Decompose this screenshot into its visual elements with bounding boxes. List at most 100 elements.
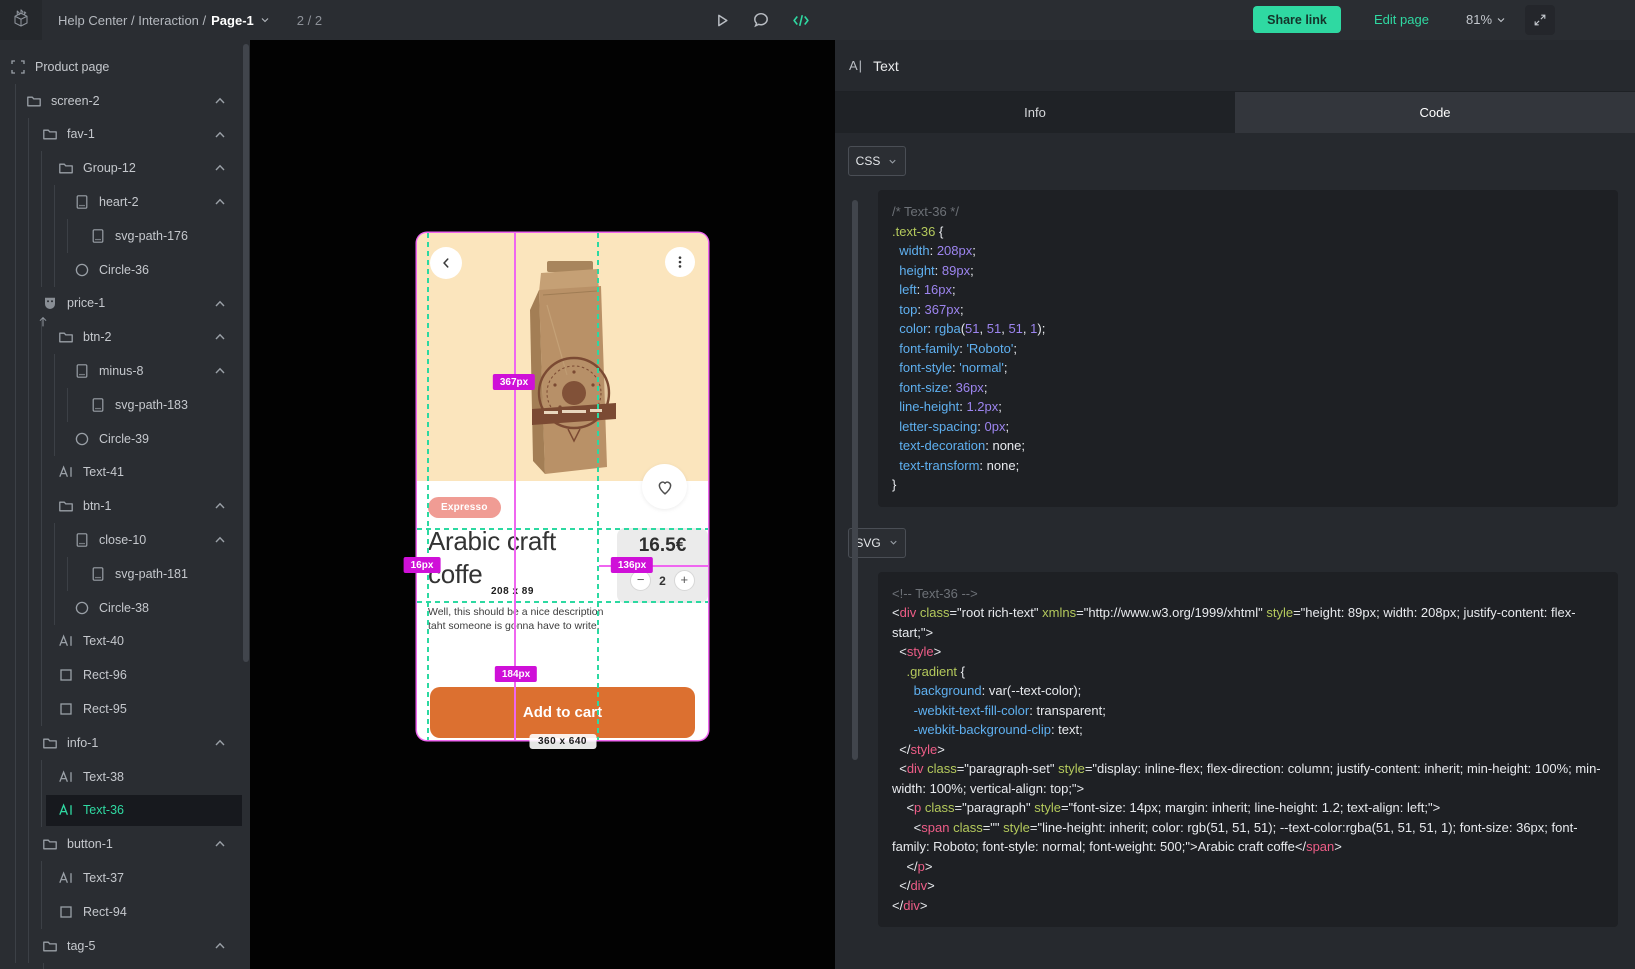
guide-horizontal-bottom [417,601,708,603]
fullscreen-button[interactable] [1525,5,1555,35]
back-button[interactable] [430,247,462,279]
inspector-scrollbar[interactable] [852,200,858,760]
css-language-select[interactable]: CSS [848,146,906,176]
collapse-caret-icon[interactable] [212,127,228,143]
coffee-bag-image[interactable] [517,255,619,481]
layer-label: Circle-39 [99,432,149,446]
collapse-caret-icon[interactable] [212,836,228,852]
layer-row-btn-2[interactable]: btn-2 [0,320,242,354]
app-logo[interactable] [0,0,42,40]
collapse-caret-icon[interactable] [212,160,228,176]
favorite-button[interactable] [642,464,687,509]
layer-row-info-1[interactable]: info-1 [0,726,242,760]
tree-indent-guide [41,625,42,659]
svg-icon [90,397,106,413]
code-line: <style> [892,642,1604,662]
layer-row-circle-39[interactable]: Circle-39 [0,422,242,456]
layer-row-text-36[interactable]: Text-36 [0,794,242,828]
tab-code[interactable]: Code [1235,92,1635,133]
layer-row-rect-96[interactable]: Rect-96 [0,658,242,692]
menu-button[interactable] [665,247,695,277]
layer-row-button-1[interactable]: button-1 [0,827,242,861]
layer-row-fav-1[interactable]: fav-1 [0,118,242,152]
layer-row-rect-95[interactable]: Rect-95 [0,692,242,726]
tree-indent-guide [15,253,16,287]
layer-row-group-12[interactable]: Group-12 [0,151,242,185]
plus-button[interactable]: + [674,570,695,591]
collapse-caret-icon[interactable] [212,735,228,751]
layer-label: Rect-94 [83,905,127,919]
tree-indent-guide [41,692,42,726]
tree-indent-guide [67,219,68,253]
layer-label: Rect-96 [83,668,127,682]
canvas[interactable]: Expresso Arabic craft coffe 208 x 89 16.… [250,40,835,969]
layer-row-screen-2[interactable]: screen-2 [0,84,242,118]
layer-row-svg-path-183[interactable]: svg-path-183 [0,388,242,422]
layer-row-product page[interactable]: Product page [0,50,242,84]
layer-row-text-38[interactable]: Text-38 [0,760,242,794]
inspector-panel: A| Text InfoCode CSS/* Text-36 */.text-3… [835,40,1635,969]
collapse-caret-icon[interactable] [212,296,228,312]
layer-row-text-41[interactable]: Text-41 [0,456,242,490]
add-to-cart-button[interactable]: Add to cart [430,687,695,738]
layer-row-heart-2[interactable]: heart-2 [0,185,242,219]
tab-info[interactable]: Info [835,92,1235,133]
layer-row-btn-1[interactable]: btn-1 [0,489,242,523]
layer-row-svg-path-181[interactable]: svg-path-181 [0,557,242,591]
product-hero-section[interactable] [417,233,708,481]
layer-row-close-10[interactable]: close-10 [0,523,242,557]
layer-row-rect-94[interactable]: Rect-94 [0,895,242,929]
inspector-tabs: InfoCode [835,92,1635,133]
layer-row-text-40[interactable]: Text-40 [0,625,242,659]
layer-row-text-37[interactable]: Text-37 [0,861,242,895]
tree-indent-guide [28,151,29,185]
code-line: /* Text-36 */ [892,202,1604,222]
minus-button[interactable]: − [630,570,651,591]
breadcrumb[interactable]: Help Center / Interaction / Page-1 [58,13,271,28]
code-line: <div class="paragraph-set" style="displa… [892,759,1604,798]
svg-code-block[interactable]: <!-- Text-36 --><div class="root rich-te… [878,572,1618,928]
guide-vertical-right [597,233,599,740]
zoom-level-dropdown[interactable]: 81% [1466,12,1507,27]
layer-row-circle-36[interactable]: Circle-36 [0,253,242,287]
layer-label: Text-36 [83,803,124,817]
code-view-icon[interactable] [792,11,810,29]
comment-icon[interactable] [752,11,770,29]
layer-row-svg-path-176[interactable]: svg-path-176 [0,219,242,253]
play-icon[interactable] [712,11,730,29]
layer-row-tag-5[interactable]: tag-5 [0,929,242,963]
tree-indent-guide [15,658,16,692]
layer-label: Circle-38 [99,601,149,615]
measurement-badge-left: 16px [404,557,441,573]
product-description[interactable]: Well, this should be a nice description … [428,605,604,633]
collapse-caret-icon[interactable] [212,93,228,109]
collapse-caret-icon[interactable] [212,329,228,345]
expand-icon [1533,13,1547,27]
code-line: </style> [892,740,1604,760]
product-tag[interactable]: Expresso [428,497,501,518]
collapse-caret-icon[interactable] [212,363,228,379]
tree-indent-guide [15,591,16,625]
heart-icon [654,476,676,498]
share-link-button[interactable]: Share link [1253,6,1341,33]
layers-scrollbar[interactable] [243,44,249,662]
collapse-caret-icon[interactable] [212,938,228,954]
product-description-line2: taht someone is gonna have to write. [428,619,604,633]
layer-label: Product page [35,60,109,74]
collapse-caret-icon[interactable] [212,194,228,210]
edit-page-link[interactable]: Edit page [1374,12,1429,27]
artboard-product-page[interactable]: Expresso Arabic craft coffe 208 x 89 16.… [417,233,708,740]
text-icon [58,802,74,818]
zoom-level-value: 81% [1466,12,1492,27]
tree-indent-guide [43,963,44,969]
layer-row-minus-8[interactable]: minus-8 [0,354,242,388]
folder-icon [58,329,74,345]
text-layer-icon: A| [849,58,863,73]
collapse-caret-icon[interactable] [212,532,228,548]
code-line: -webkit-background-clip: text; [892,720,1604,740]
collapse-caret-icon[interactable] [212,498,228,514]
product-title[interactable]: Arabic craft coffe [428,525,618,591]
css-code-block[interactable]: /* Text-36 */.text-36 { width: 208px; he… [878,190,1618,507]
tree-indent-guide [28,422,29,456]
layer-row-circle-38[interactable]: Circle-38 [0,591,242,625]
